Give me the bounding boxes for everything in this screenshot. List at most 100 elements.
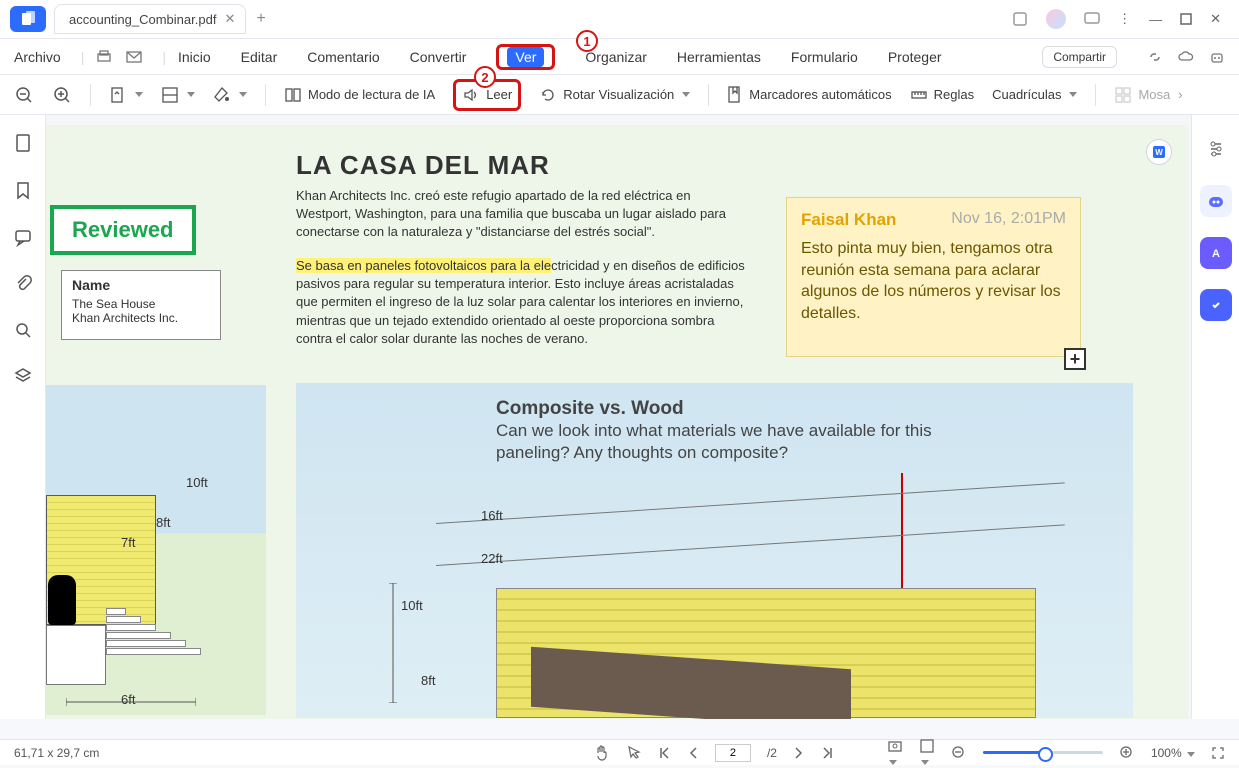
background-button[interactable]: [213, 86, 247, 104]
zoom-in-status[interactable]: [1119, 745, 1135, 761]
dim-22ft: 22ft: [481, 551, 503, 566]
attachment-icon[interactable]: [14, 275, 32, 293]
highlighted-text: Se basa en paneles fotovoltaicos para la…: [296, 258, 551, 273]
menu-organizar[interactable]: Organizar: [585, 49, 646, 65]
sticky-note[interactable]: Faisal Khan Nov 16, 2:01PM Esto pinta mu…: [786, 197, 1081, 357]
print-icon[interactable]: [96, 49, 112, 65]
annotation-title: Composite vs. Wood: [496, 398, 966, 420]
menu-file[interactable]: Archivo: [14, 49, 61, 65]
grids-button[interactable]: Cuadrículas: [992, 87, 1077, 102]
annotation-composite: Composite vs. Wood Can we look into what…: [496, 398, 966, 464]
menu-comentario[interactable]: Comentario: [307, 49, 379, 65]
bookmark-icon[interactable]: [15, 181, 31, 201]
thumbnails-icon[interactable]: [14, 133, 32, 153]
paragraph-2: Se basa en paneles fotovoltaicos para la…: [296, 257, 746, 348]
fit-button[interactable]: [919, 738, 935, 768]
sticky-expand-icon[interactable]: +: [1064, 348, 1086, 370]
menu-inicio[interactable]: Inicio: [178, 49, 211, 65]
dim-16ft: 16ft: [481, 508, 503, 523]
window-close[interactable]: ✕: [1210, 11, 1221, 27]
doc-title: LA CASA DEL MAR: [296, 150, 550, 181]
architect-name: Khan Architects Inc.: [72, 311, 210, 325]
link-icon[interactable]: [1147, 49, 1163, 65]
svg-text:A: A: [1212, 248, 1220, 260]
zoom-in-button[interactable]: [52, 85, 72, 105]
dim-big-8ft: 8ft: [421, 673, 435, 688]
status-bar: 61,71 x 29,7 cm /2 100%: [0, 739, 1239, 765]
dim-big-10ft: 10ft: [401, 598, 423, 613]
menu-ver-highlighted: Ver: [496, 44, 555, 70]
paragraph-1: Khan Architects Inc. creó este refugio a…: [296, 187, 746, 242]
project-name: The Sea House: [72, 297, 210, 311]
zoom-slider[interactable]: [983, 751, 1103, 754]
translate-icon[interactable]: A: [1200, 237, 1232, 269]
dim-7ft: 7ft: [121, 535, 135, 550]
screenshot-icon[interactable]: [887, 738, 903, 768]
select-tool-icon[interactable]: [625, 745, 641, 761]
menu-ver[interactable]: Ver: [507, 47, 544, 67]
read-aloud-button[interactable]: Leer: [462, 86, 512, 104]
ai-assistant-icon[interactable]: [1200, 185, 1232, 217]
cloud-icon[interactable]: [1177, 49, 1195, 65]
page-number-input[interactable]: [715, 744, 751, 762]
toolbar-overflow-icon[interactable]: ›: [1178, 87, 1182, 102]
menu-editar[interactable]: Editar: [241, 49, 278, 65]
annotation-body: Can we look into what materials we have …: [496, 420, 966, 464]
mail-icon[interactable]: [126, 49, 142, 65]
chat-icon[interactable]: [1084, 11, 1100, 27]
search-icon[interactable]: [14, 321, 32, 339]
figure-big: Composite vs. Wood Can we look into what…: [296, 383, 1133, 718]
ai-read-mode-button[interactable]: Modo de lectura de IA: [284, 86, 435, 104]
dim-8ft: 8ft: [156, 515, 170, 530]
share-button[interactable]: Compartir: [1042, 46, 1117, 68]
document-area[interactable]: ? ‹ › W Reviewed Name The Sea House Khan…: [46, 115, 1191, 719]
fullscreen-icon[interactable]: [1211, 746, 1225, 760]
last-page-icon[interactable]: [821, 746, 835, 760]
task-icon[interactable]: [1200, 289, 1232, 321]
properties-icon[interactable]: [1200, 133, 1232, 165]
page-view-button[interactable]: [161, 86, 195, 104]
callout-1: 1: [576, 30, 598, 52]
toolbar: Modo de lectura de IA Leer Rotar Visuali…: [0, 75, 1239, 115]
menu-convertir[interactable]: Convertir: [410, 49, 467, 65]
zoom-out-button[interactable]: [14, 85, 34, 105]
page-total: /2: [767, 746, 777, 760]
menu-formulario[interactable]: Formulario: [791, 49, 858, 65]
sticky-body: Esto pinta muy bien, tengamos otra reuni…: [801, 238, 1066, 324]
hand-tool-icon[interactable]: [593, 745, 609, 761]
comments-icon[interactable]: [14, 229, 32, 247]
tab-title: accounting_Combinar.pdf: [69, 12, 216, 27]
device-icon[interactable]: [1012, 11, 1028, 27]
window-maximize[interactable]: [1180, 13, 1192, 25]
sticky-author: Faisal Khan: [801, 210, 896, 229]
right-sidebar: A: [1191, 115, 1239, 719]
menu-proteger[interactable]: Proteger: [888, 49, 942, 65]
figure-small: 10ft 8ft 7ft 6ft: [46, 385, 266, 715]
more-icon[interactable]: ⋮: [1118, 11, 1131, 27]
zoom-out-status[interactable]: [951, 745, 967, 761]
close-tab-icon[interactable]: ✕: [224, 11, 235, 27]
dim-10ft: 10ft: [186, 475, 208, 490]
next-page-icon[interactable]: [793, 746, 805, 760]
first-page-icon[interactable]: [657, 746, 671, 760]
callout-2: 2: [474, 66, 496, 88]
pdf-page: W Reviewed Name The Sea House Khan Archi…: [46, 125, 1188, 719]
prev-page-icon[interactable]: [687, 746, 699, 760]
layers-icon[interactable]: [14, 367, 32, 385]
name-infobox: Name The Sea House Khan Architects Inc.: [61, 270, 221, 340]
zoom-level[interactable]: 100%: [1151, 746, 1195, 760]
new-tab-button[interactable]: +: [256, 10, 265, 28]
word-export-badge[interactable]: W: [1146, 139, 1172, 165]
window-minimize[interactable]: —: [1149, 12, 1162, 27]
robot-icon[interactable]: [1209, 49, 1225, 65]
auto-bookmarks-button[interactable]: Marcadores automáticos: [727, 86, 891, 104]
rulers-button[interactable]: Reglas: [910, 86, 974, 104]
sticky-timestamp: Nov 16, 2:01PM: [951, 210, 1066, 228]
menubar: Archivo | | Inicio Editar Comentario Con…: [0, 39, 1239, 75]
mosaic-button[interactable]: Mosa: [1114, 86, 1170, 104]
document-tab[interactable]: accounting_Combinar.pdf ✕: [54, 4, 246, 34]
menu-herramientas[interactable]: Herramientas: [677, 49, 761, 65]
rotate-view-button[interactable]: Rotar Visualización: [539, 86, 690, 104]
user-avatar[interactable]: [1046, 9, 1066, 29]
fit-page-button[interactable]: [109, 86, 143, 104]
